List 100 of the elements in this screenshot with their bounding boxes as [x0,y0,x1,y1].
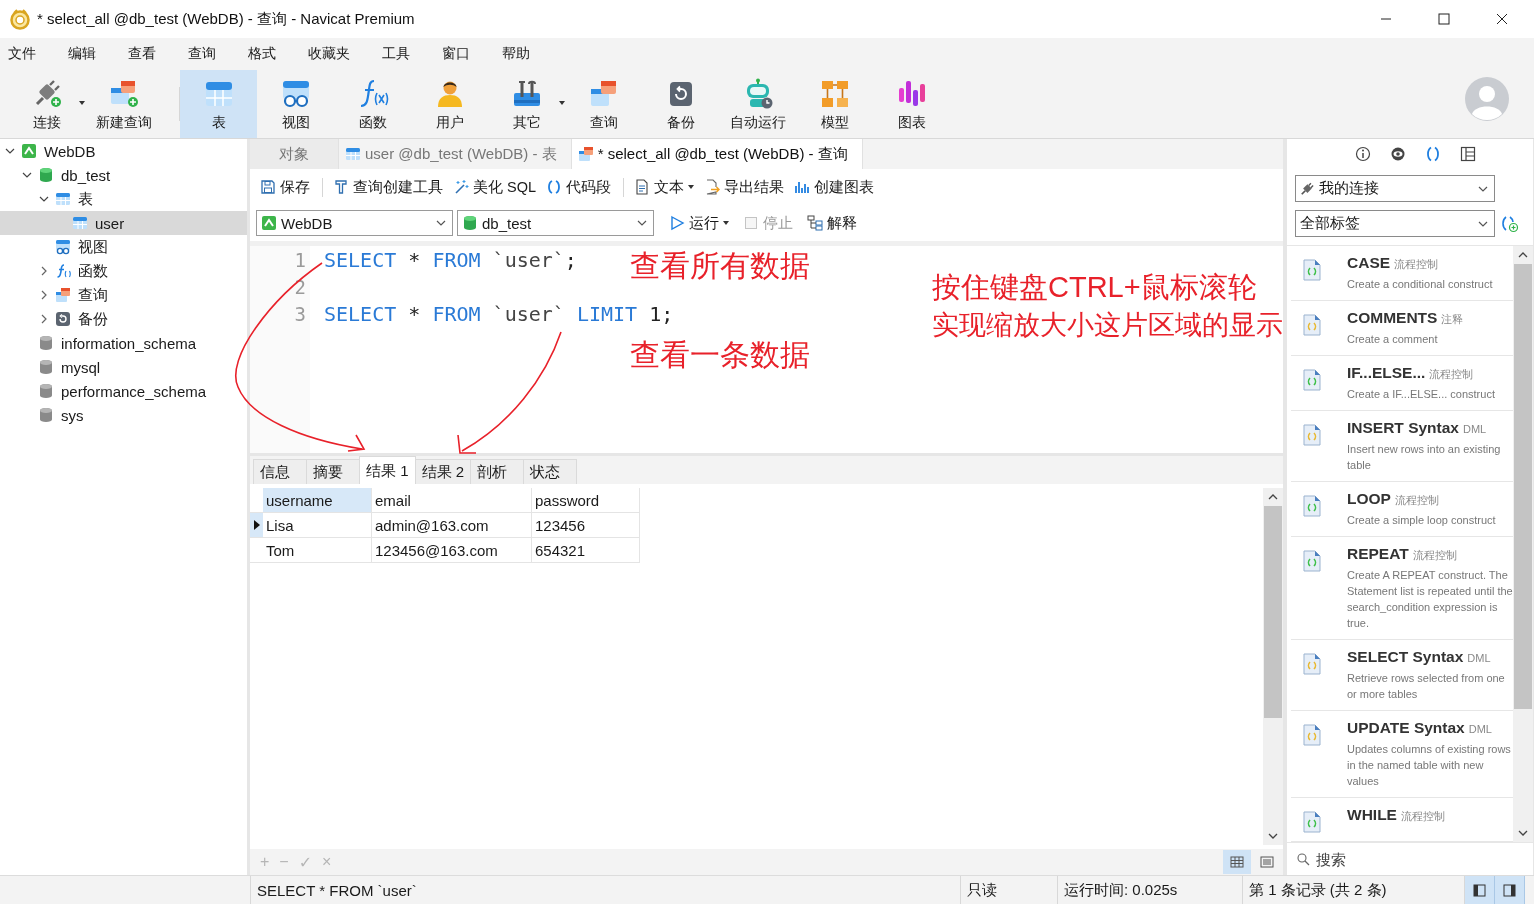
maximize-icon[interactable] [1438,13,1450,25]
close-icon[interactable] [1496,13,1508,25]
toolbar-button[interactable]: 视图 [257,70,334,138]
chevron-down-icon [637,218,647,228]
toolbar-button[interactable]: 图表 [873,70,950,138]
menu-item[interactable]: 文件 [8,45,36,63]
toolbar-button[interactable]: 查询创建工具 [322,177,447,197]
toolbar-button[interactable]: 代码段 [542,177,616,197]
snippet-icon [1303,653,1321,675]
toolbar-button[interactable]: 运行 [664,213,734,233]
scrollbar[interactable] [1513,246,1533,842]
tree-item[interactable]: 查询 [0,283,247,307]
tree-item[interactable]: performance_schema [0,379,247,403]
result-tab[interactable]: 结果 2 [414,459,472,484]
tree-item[interactable]: sys [0,403,247,427]
tree-item[interactable]: WebDB [0,139,247,163]
menu-item[interactable]: 窗口 [442,45,470,63]
toolbar-button[interactable]: 用户 [411,70,488,138]
tree-item[interactable]: db_test [0,163,247,187]
scroll-down-icon[interactable] [1268,833,1278,839]
current-row-icon [253,520,260,530]
snippet-tag: 流程控制 [1400,809,1445,824]
bar-chart-icon [794,179,811,195]
toolbar-button[interactable]: 函数 [334,70,411,138]
tree-item[interactable]: 备份 [0,307,247,331]
table-icon [55,191,71,207]
result-tab[interactable]: 剖析 [470,459,525,484]
menu-item[interactable]: 查看 [128,45,156,63]
menu-item[interactable]: 收藏夹 [308,45,350,63]
line-number: 1 [293,248,307,273]
toolbar-button[interactable]: 自动运行 [719,70,796,138]
scroll-up-icon[interactable] [1518,252,1528,258]
snippet-item[interactable]: IF...ELSE... 流程控制 Create a IF...ELSE... construct [1291,356,1513,411]
editor-tab[interactable]: 对象 [250,139,339,169]
caret-down-icon[interactable] [559,101,565,105]
result-tab[interactable]: 状态 [523,459,578,484]
editor-tab[interactable]: user @db_test (WebDB) - 表 [339,139,572,169]
snippet-tag: 流程控制 [1394,493,1439,508]
toolbar-button[interactable]: 解释 [802,213,862,233]
tree-item[interactable]: 函数 [0,259,247,283]
toolbar-button[interactable]: 其它 [488,70,565,138]
toolbar-button[interactable]: 模型 [796,70,873,138]
scroll-down-icon[interactable] [1518,830,1528,836]
tree-item[interactable]: mysql [0,355,247,379]
editor-tab[interactable]: * select_all @db_test (WebDB) - 查询 [571,139,863,169]
toolbar-button[interactable]: 保存 [256,177,314,197]
add-snippet-icon[interactable] [1501,214,1519,233]
column-header[interactable]: password [532,488,640,513]
caret-down-icon[interactable] [79,101,85,105]
search-field[interactable]: 搜索 [1314,849,1518,869]
toolbar-button[interactable]: 查询 [565,70,642,138]
snippet-title: COMMENTS [1347,309,1438,327]
toolbar-button[interactable]: 新建查询 [85,70,162,138]
snippet-description: Create a conditional construct [1347,277,1494,292]
toolbar-button[interactable]: 备份 [642,70,719,138]
snippet-description: Updates columns of existing rows in the named table with new values [1347,742,1512,789]
chevron-down-icon [436,218,446,228]
toolbar-button[interactable]: 导出结果 [700,177,789,197]
toolbar-button[interactable]: 文本 [623,177,699,197]
menu-item[interactable]: 工具 [382,45,410,63]
tag-dropdown[interactable]: 全部标签 [1295,210,1495,237]
tree-item[interactable]: 视图 [0,235,247,259]
snippet-description: Retrieve rows selected from one or more tables [1347,671,1506,702]
menu-item[interactable]: 查询 [188,45,216,63]
database-dropdown[interactable]: db_test [457,210,654,236]
snippet-item[interactable]: WHILE 流程控制 [1291,798,1513,842]
layout-button[interactable] [1495,876,1525,904]
result-tab[interactable]: 信息 [253,459,307,484]
connection-dropdown[interactable]: 我的连接 [1295,175,1495,202]
toolbar-button[interactable]: 连接 [8,70,85,138]
column-header[interactable]: username [263,488,372,513]
result-tab[interactable]: 摘要 [306,459,360,484]
grid-view-button[interactable] [1223,850,1251,874]
snippet-item[interactable]: CASE 流程控制 Create a conditional construct [1291,246,1513,301]
tree-item[interactable]: user [0,211,247,235]
chevron-down-icon[interactable] [38,194,50,204]
toolbar-button[interactable]: 表 [180,70,257,138]
snippet-title: WHILE [1347,806,1397,824]
result-tab[interactable]: 结果 1 [359,456,416,484]
caret-down-icon [723,221,729,225]
snippet-item[interactable]: COMMENTS 注释 Create a comment [1291,301,1513,356]
layout-button[interactable] [1465,876,1495,904]
column-header[interactable]: email [372,488,532,513]
tree-item[interactable]: 表 [0,187,247,211]
snippet-description: Create A REPEAT construct. The Statement list is repeated until the search_condition expression is true. [1347,568,1513,631]
right-panel-icon [1503,883,1516,897]
connection-dropdown[interactable]: WebDB [256,210,453,236]
tree-item[interactable]: information_schema [0,331,247,355]
database-icon [462,215,478,231]
menu-item[interactable]: 编辑 [68,45,96,63]
toolbar-button[interactable]: 美化 SQL [449,177,541,197]
menu-item[interactable]: 格式 [248,45,276,63]
scrollbar[interactable] [1263,488,1283,845]
scroll-up-icon[interactable] [1268,494,1278,500]
snippet-item[interactable]: LOOP 流程控制 Create a simple loop construct [1291,482,1513,537]
chevron-down-icon[interactable] [21,170,33,180]
toolbar-button[interactable]: 创建图表 [790,177,879,197]
chevron-down-icon[interactable] [4,146,16,156]
tree-diagram-icon [807,215,823,231]
menu-item[interactable]: 帮助 [502,45,530,63]
